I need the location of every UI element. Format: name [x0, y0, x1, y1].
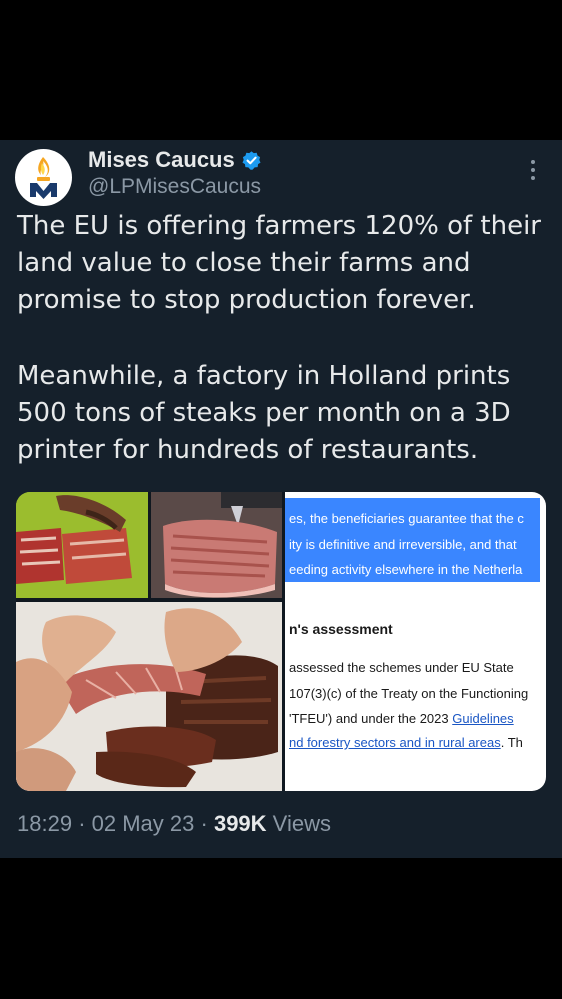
views-count[interactable]: 399K [214, 811, 267, 836]
document-highlighted-line: eeding activity elsewhere in the Netherl… [289, 562, 523, 577]
views-label[interactable]: Views [273, 811, 331, 836]
document-highlighted-line: es, the beneficiaries guarantee that the… [289, 511, 524, 526]
document-text-line: assessed the schemes under EU State [289, 660, 514, 675]
tweet-text-paragraph-1: The EU is offering farmers 120% of their… [17, 211, 541, 315]
sliced-steak-photo[interactable] [16, 492, 148, 598]
3d-printing-meat-photo[interactable] [151, 492, 282, 598]
torch-logo-icon [30, 157, 57, 199]
meta-separator: · [78, 811, 86, 836]
document-highlighted-line: ity is definitive and irreversible, and … [289, 537, 517, 552]
meta-separator: · [200, 811, 208, 836]
author-handle[interactable]: @LPMisesCaucus [88, 175, 261, 199]
avatar[interactable] [15, 149, 72, 206]
tweet-date: 02 May 23 [91, 811, 195, 836]
author-name[interactable]: Mises Caucus [88, 147, 235, 173]
stretched-steak-photo[interactable] [16, 602, 282, 791]
document-text-fragment: 'TFEU') and under the 2023 [289, 711, 453, 726]
document-heading: n's assessment [289, 621, 393, 637]
media-grid[interactable]: es, the beneficiaries guarantee that the… [16, 492, 546, 791]
more-options-icon[interactable] [527, 160, 539, 182]
document-link[interactable]: Guidelines [452, 711, 513, 726]
tweet-card[interactable]: Mises Caucus @LPMisesCaucus The EU is of… [0, 140, 562, 858]
tweet-time: 18:29 [17, 811, 73, 836]
document-text-line: nd forestry sectors and in rural areas. … [289, 735, 544, 750]
document-link[interactable]: nd forestry sectors and in rural areas [289, 735, 501, 750]
document-screenshot[interactable]: es, the beneficiaries guarantee that the… [285, 492, 546, 791]
document-text-line: 'TFEU') and under the 2023 Guidelines [289, 711, 544, 726]
tweet-text-paragraph-2: Meanwhile, a factory in Holland prints 5… [17, 361, 511, 465]
document-text-line: 107(3)(c) of the Treaty on the Functioni… [289, 686, 529, 701]
verified-badge-icon [242, 150, 261, 170]
tweet-meta: 18:29 · 02 May 23 · 399K Views [17, 811, 331, 837]
author-name-row: Mises Caucus [88, 147, 262, 173]
document-text-fragment: . Th [500, 735, 523, 750]
